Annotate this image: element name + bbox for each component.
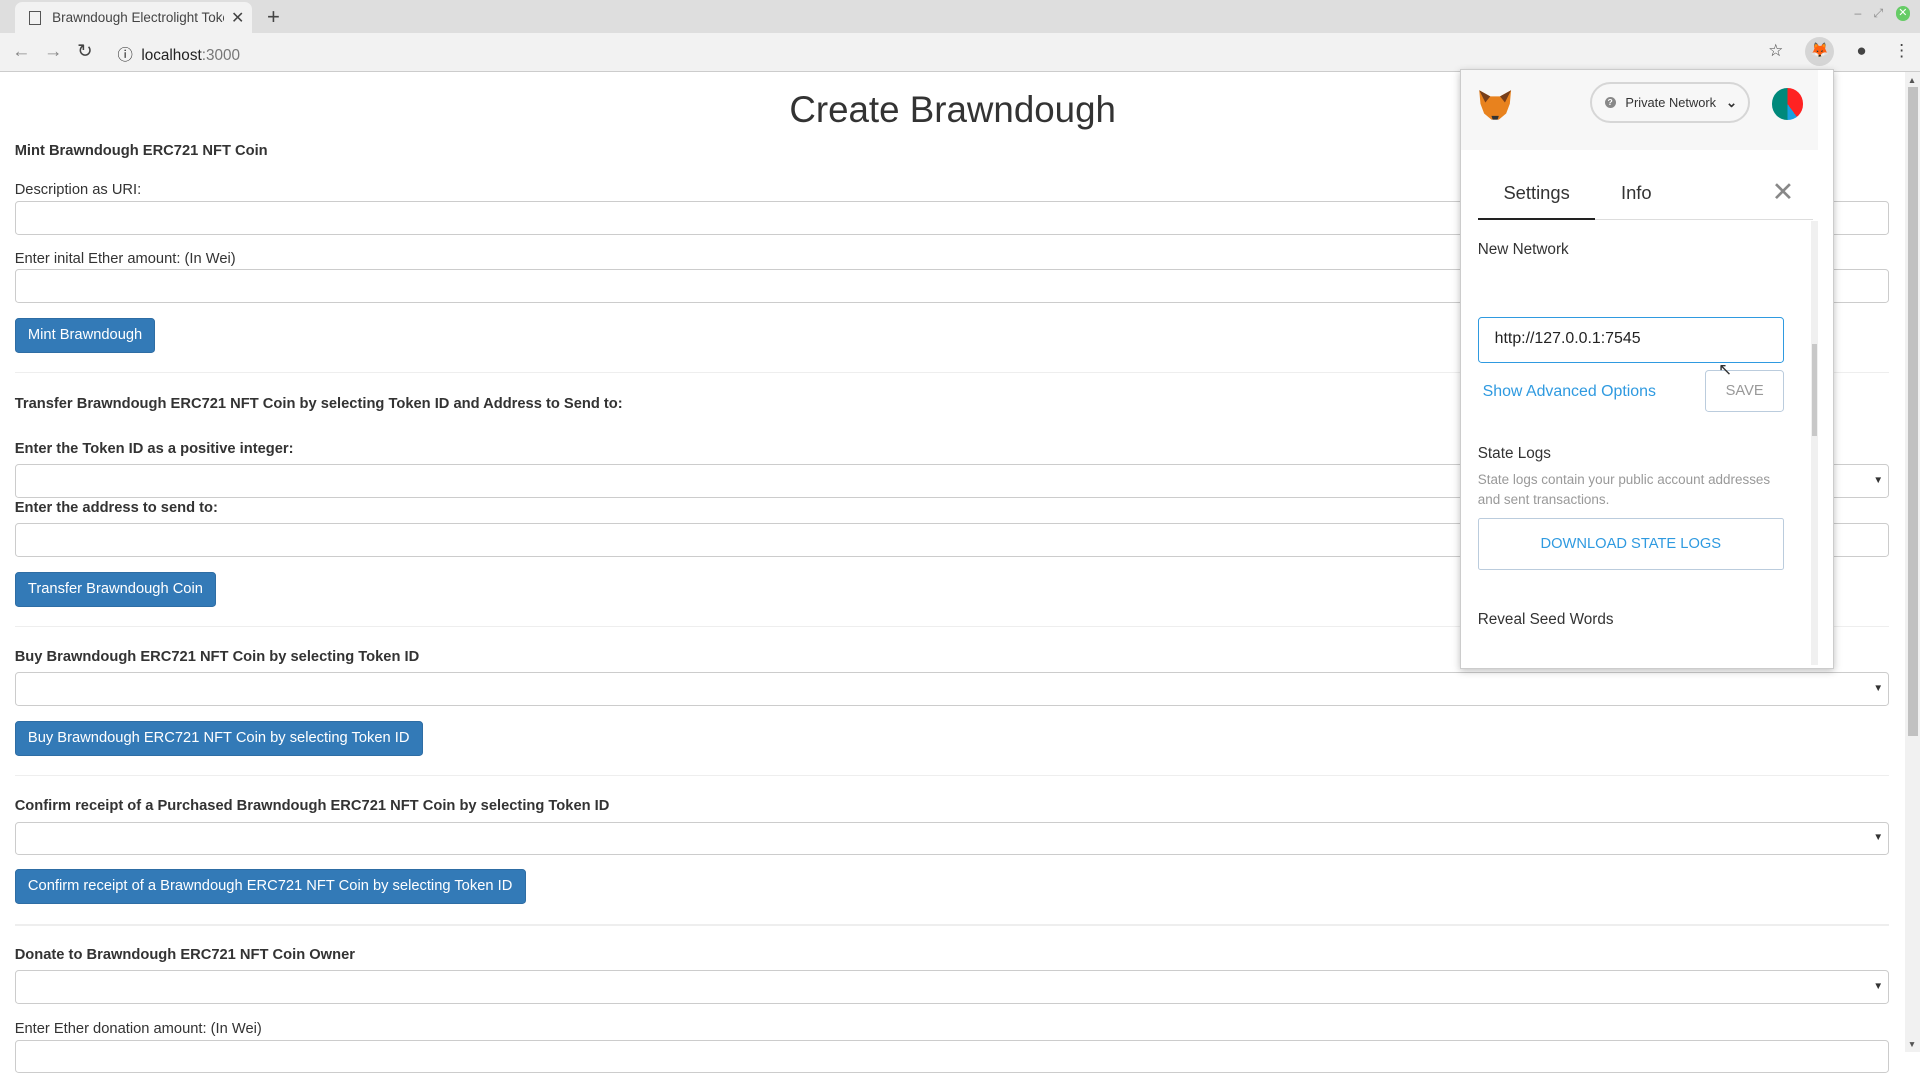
confirm-heading: Confirm receipt of a Purchased Brawndoug… xyxy=(14,798,610,815)
divider xyxy=(14,775,1890,777)
metamask-popup: ? Private Network ⌄ Settings Info ✕ New Ne… xyxy=(1459,68,1834,670)
forward-icon[interactable]: → xyxy=(44,40,62,62)
chevron-down-icon: ⌄ xyxy=(1725,94,1738,110)
transfer-button[interactable]: Transfer Brawndough Coin xyxy=(14,571,217,607)
menu-icon[interactable]: ⋮ xyxy=(1893,40,1910,61)
mint-heading: Mint Brawndough ERC721 NFT Coin xyxy=(14,143,268,160)
dropdown-arrow-icon: ▼ xyxy=(1873,980,1884,992)
new-network-label: New Network xyxy=(1477,240,1569,258)
transfer-heading: Transfer Brawndough ERC721 NFT Coin by s… xyxy=(14,395,623,412)
metamask-header: ? Private Network ⌄ xyxy=(1460,69,1819,151)
account-avatar[interactable] xyxy=(1771,87,1804,120)
mint-button[interactable]: Mint Brawndough xyxy=(14,318,156,354)
tab-settings[interactable]: Settings xyxy=(1503,182,1569,204)
metamask-fox-logo xyxy=(1478,90,1511,120)
rpc-url-input[interactable]: http://127.0.0.1:7545 xyxy=(1477,316,1784,364)
dropdown-arrow-icon: ▼ xyxy=(1873,683,1884,695)
window-controls: – ⤢ ✕ xyxy=(1854,6,1911,21)
scroll-up-icon[interactable]: ▲ xyxy=(1908,75,1916,85)
account-icon[interactable]: ● xyxy=(1856,40,1866,61)
scrollbar-thumb[interactable] xyxy=(1907,86,1918,736)
info-icon: ⓘ xyxy=(117,46,142,64)
reveal-seed-words-title[interactable]: Reveal Seed Words xyxy=(1478,611,1614,629)
address-bar[interactable]: ⓘ localhost:3000 xyxy=(118,43,240,65)
close-icon[interactable]: ✕ xyxy=(1772,177,1795,208)
bookmark-star-icon[interactable]: ☆ xyxy=(1768,40,1783,61)
network-selector[interactable]: ? Private Network ⌄ xyxy=(1590,81,1750,124)
minimize-icon[interactable]: – xyxy=(1854,6,1861,21)
popup-scrollbar[interactable] xyxy=(1810,221,1819,665)
uri-label: Description as URI: xyxy=(14,182,142,199)
show-advanced-options-link[interactable]: Show Advanced Options xyxy=(1483,383,1656,401)
help-icon: ? xyxy=(1604,97,1616,109)
ether-label: Enter inital Ether amount: (In Wei) xyxy=(14,251,236,267)
browser-tab[interactable]: Brawndough Electrolight Token ✕ xyxy=(14,2,253,34)
state-logs-title: State Logs xyxy=(1477,445,1551,463)
tab-bar: Brawndough Electrolight Token ✕ + – ⤢ ✕ xyxy=(0,0,1920,34)
donation-label: Enter Ether donation amount: (In Wei) xyxy=(14,1021,262,1038)
close-tab-icon[interactable]: ✕ xyxy=(231,8,244,28)
mouse-cursor-icon: ↖ xyxy=(1717,358,1733,379)
confirm-token-select[interactable]: ▼ xyxy=(14,821,1889,856)
back-icon[interactable]: ← xyxy=(12,40,30,62)
token-id-label: Enter the Token ID as a positive integer… xyxy=(14,440,294,457)
metamask-extension-icon[interactable]: 🦊 xyxy=(1804,36,1835,67)
browser-toolbar: ← → ↻ ⓘ localhost:3000 ☆ 🦊 ● ⋮ xyxy=(0,33,1920,72)
new-tab-button[interactable]: + xyxy=(267,4,280,30)
confirm-button[interactable]: Confirm receipt of a Brawndough ERC721 N… xyxy=(14,869,526,905)
download-state-logs-button[interactable]: DOWNLOAD STATE LOGS xyxy=(1477,517,1784,571)
maximize-icon[interactable]: ⤢ xyxy=(1874,6,1884,21)
page-icon xyxy=(29,10,42,25)
scrollbar-thumb[interactable] xyxy=(1812,343,1817,436)
scroll-down-icon[interactable]: ▼ xyxy=(1908,1039,1916,1049)
state-logs-description: State logs contain your public account a… xyxy=(1477,471,1771,507)
donation-input[interactable] xyxy=(14,1039,1889,1073)
tab-info[interactable]: Info xyxy=(1621,182,1652,204)
buy-button[interactable]: Buy Brawndough ERC721 NFT Coin by select… xyxy=(14,721,423,757)
donate-heading: Donate to Brawndough ERC721 NFT Coin Own… xyxy=(14,946,355,963)
active-tab-indicator xyxy=(1477,217,1596,221)
address-label: Enter the address to send to: xyxy=(14,499,218,516)
buy-token-select[interactable]: ▼ xyxy=(14,672,1889,707)
buy-heading: Buy Brawndough ERC721 NFT Coin by select… xyxy=(14,648,420,665)
donate-token-select[interactable]: ▼ xyxy=(14,969,1889,1004)
reload-icon[interactable]: ↻ xyxy=(77,40,92,62)
page-scrollbar[interactable]: ▲ ▼ xyxy=(1905,72,1920,1052)
dropdown-arrow-icon: ▼ xyxy=(1873,832,1884,844)
close-window-icon[interactable]: ✕ xyxy=(1895,6,1911,21)
dropdown-arrow-icon: ▼ xyxy=(1873,474,1884,486)
divider xyxy=(14,924,1890,926)
